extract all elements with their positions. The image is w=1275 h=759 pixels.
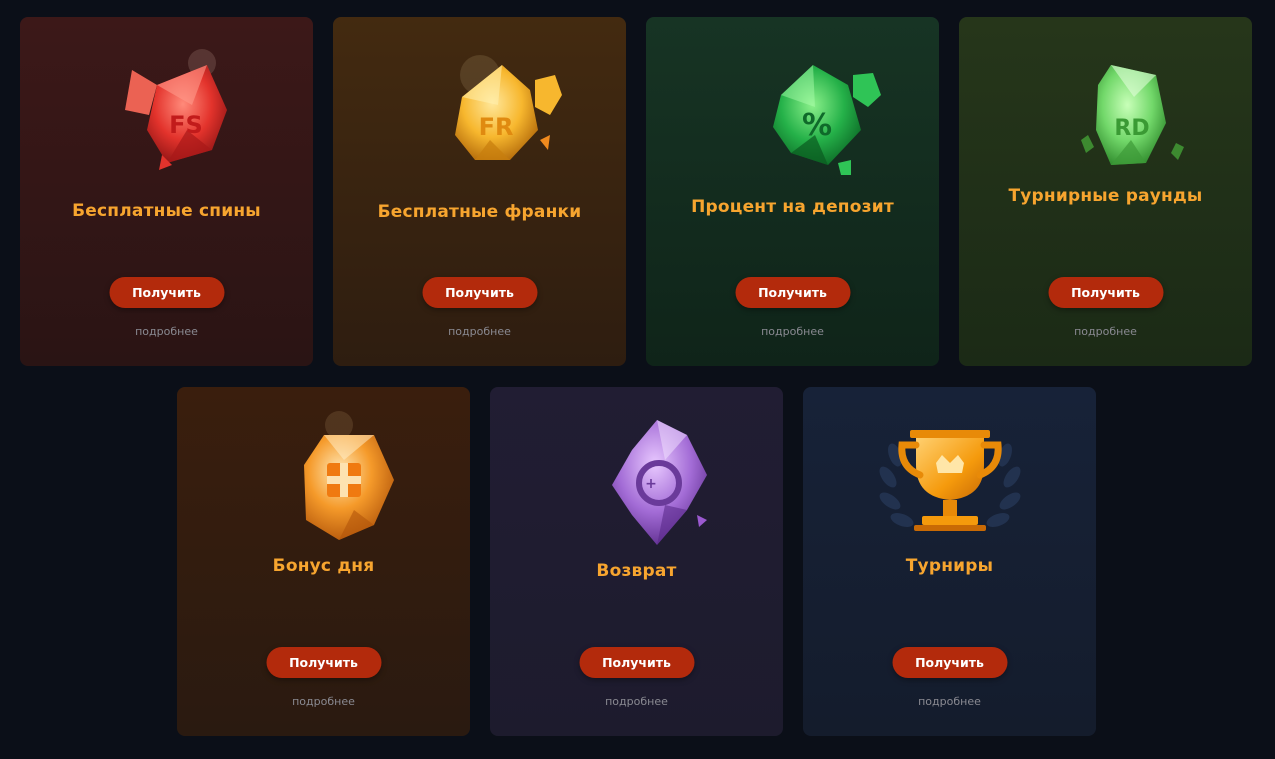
get-bonus-button[interactable]: Получить [109, 277, 224, 308]
card-title: Возврат [596, 561, 677, 581]
get-bonus-button[interactable]: Получить [422, 277, 537, 308]
get-bonus-button[interactable]: Получить [266, 647, 381, 678]
get-bonus-button[interactable]: Получить [735, 277, 850, 308]
purple-gem-refund-icon: + [490, 405, 783, 555]
bonus-card-deposit-percent: % Процент на депозит Получить подробнее [646, 17, 939, 366]
more-link[interactable]: подробнее [490, 695, 783, 708]
svg-text:+: + [645, 476, 657, 492]
card-title: Турниры [905, 556, 994, 576]
get-bonus-button[interactable]: Получить [1048, 277, 1163, 308]
more-link[interactable]: подробнее [959, 325, 1252, 338]
red-gem-fs-icon: FS [20, 35, 313, 185]
more-link[interactable]: подробнее [333, 325, 626, 338]
card-title: Процент на депозит [691, 197, 894, 217]
card-title: Бонус дня [272, 556, 375, 576]
green-gem-percent-icon: % [646, 35, 939, 185]
svg-text:%: % [801, 108, 831, 143]
bonus-card-free-francs: FR Бесплатные франки Получить подробнее [333, 17, 626, 366]
bonus-card-tournament-rounds: RD Турнирные раунды Получить подробнее [959, 17, 1252, 366]
yellow-gem-fr-icon: FR [333, 35, 626, 185]
bonus-card-tournaments: Турниры Получить подробнее [803, 387, 1096, 736]
bonus-card-daily-bonus: Бонус дня Получить подробнее [177, 387, 470, 736]
svg-text:FS: FS [169, 111, 203, 139]
svg-text:RD: RD [1114, 116, 1149, 141]
more-link[interactable]: подробнее [177, 695, 470, 708]
lime-gem-rd-icon: RD [959, 35, 1252, 185]
orange-gem-gift-icon [177, 405, 470, 555]
card-title: Бесплатные франки [377, 202, 582, 222]
get-bonus-button[interactable]: Получить [892, 647, 1007, 678]
more-link[interactable]: подробнее [646, 325, 939, 338]
bonus-card-cashback: + Возврат Получить подробнее [490, 387, 783, 736]
more-link[interactable]: подробнее [803, 695, 1096, 708]
trophy-icon [803, 405, 1096, 555]
card-title: Турнирные раунды [1008, 186, 1203, 206]
card-title: Бесплатные спины [72, 201, 261, 221]
more-link[interactable]: подробнее [20, 325, 313, 338]
get-bonus-button[interactable]: Получить [579, 647, 694, 678]
svg-text:FR: FR [478, 113, 513, 141]
bonus-card-free-spins: FS Бесплатные спины Получить подробнее [20, 17, 313, 366]
